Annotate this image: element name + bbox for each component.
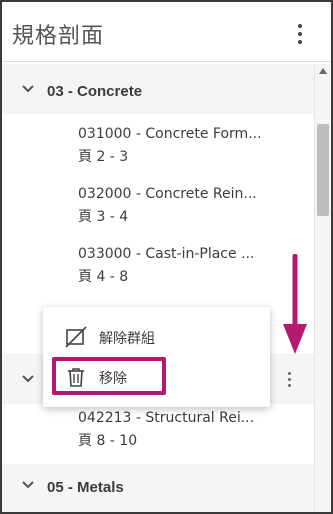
- more-options-icon[interactable]: [290, 20, 310, 48]
- group-header-03-concrete[interactable]: 03 - Concrete: [2, 68, 314, 114]
- group-header-05-metals[interactable]: 05 - Metals: [2, 464, 314, 510]
- specification-sections-panel: 規格剖面 03 - Concrete 031000 - Concrete For…: [0, 0, 333, 514]
- section-name: 031000 - Concrete Form...: [78, 126, 262, 142]
- group-label: 03 - Concrete: [47, 82, 143, 100]
- section-name: 033000 - Cast-in-Place ...: [78, 246, 255, 262]
- trash-icon: [65, 366, 87, 388]
- scrollbar[interactable]: [314, 64, 331, 512]
- panel-header: 規格剖面: [2, 2, 331, 62]
- scroll-up-icon[interactable]: [319, 68, 327, 74]
- scrollbar-thumb[interactable]: [317, 124, 329, 216]
- section-name: 032000 - Concrete Rein...: [78, 186, 257, 202]
- list-item[interactable]: 031000 - Concrete Form... 頁 2 - 3: [78, 126, 298, 166]
- panel-title: 規格剖面: [12, 24, 105, 49]
- group-label: 05 - Metals: [47, 478, 124, 496]
- list-item[interactable]: 042213 - Structural Rei... 頁 8 - 10: [78, 410, 298, 450]
- section-pages: 頁 8 - 10: [78, 433, 138, 449]
- section-name: 042213 - Structural Rei...: [78, 410, 255, 426]
- chevron-down-icon[interactable]: [22, 85, 34, 97]
- sections-list: 03 - Concrete 031000 - Concrete Form... …: [2, 64, 314, 512]
- chevron-down-icon[interactable]: [22, 375, 34, 387]
- menu-item-label: 解除群組: [99, 331, 155, 347]
- section-pages: 頁 2 - 3: [78, 149, 129, 165]
- group-04-sections: 042213 - Structural Rei... 頁 8 - 10: [2, 404, 314, 464]
- annotation-arrow: [280, 253, 310, 358]
- list-item[interactable]: 033000 - Cast-in-Place ... 頁 4 - 8: [78, 246, 298, 286]
- list-item[interactable]: 032000 - Concrete Rein... 頁 3 - 4: [78, 186, 298, 226]
- menu-item-ungroup[interactable]: 解除群組: [43, 317, 270, 357]
- menu-item-label: 移除: [99, 371, 127, 387]
- menu-item-remove[interactable]: 移除: [43, 357, 270, 397]
- group-more-options-icon[interactable]: [282, 368, 296, 390]
- section-pages: 頁 4 - 8: [78, 269, 129, 285]
- section-pages: 頁 3 - 4: [78, 209, 129, 225]
- ungroup-icon: [65, 326, 87, 348]
- context-menu: 解除群組 移除: [43, 307, 270, 407]
- chevron-down-icon[interactable]: [22, 481, 34, 493]
